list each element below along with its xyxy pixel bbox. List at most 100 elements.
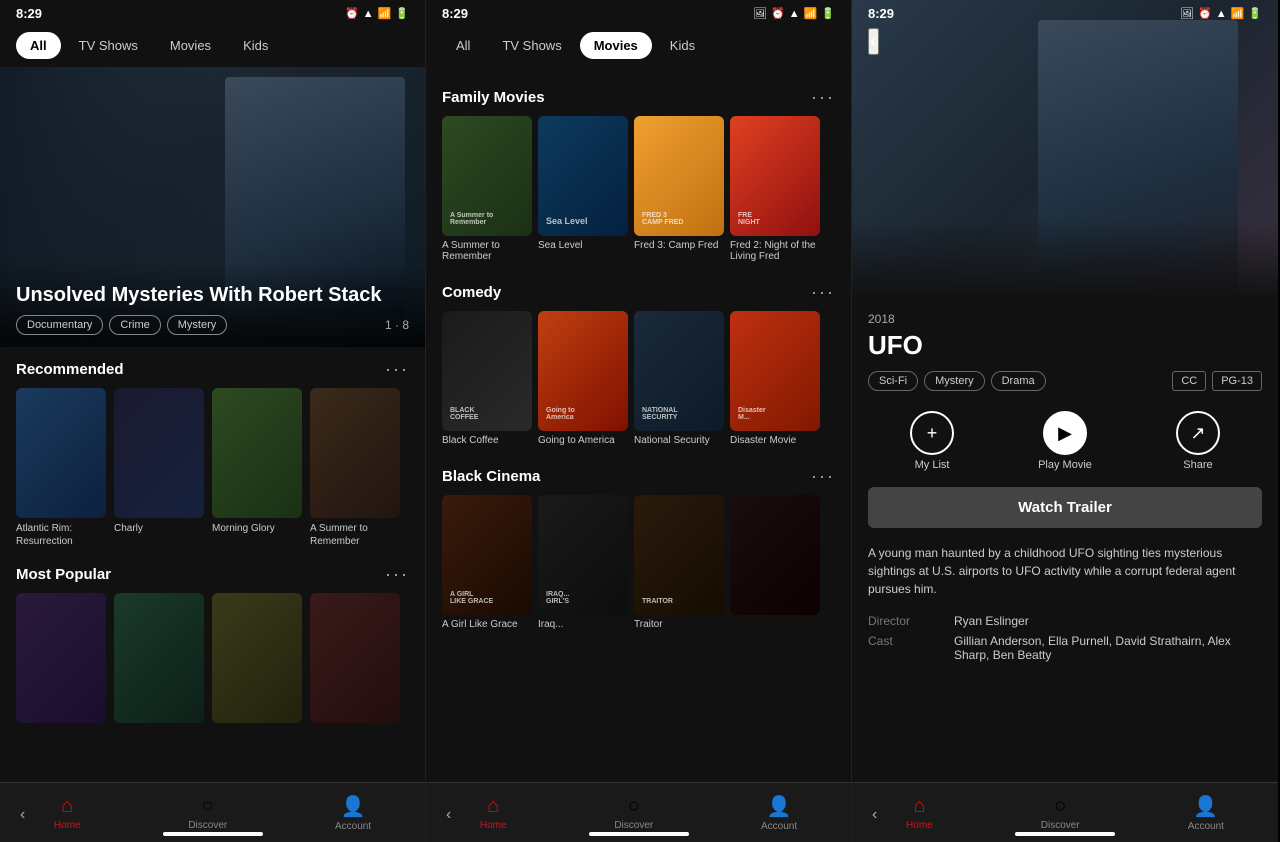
list-item[interactable]: NATIONALSECURITY National Security	[634, 311, 724, 446]
detail-actions: + My List ▶ Play Movie ↗ Share	[852, 403, 1278, 479]
list-item[interactable]: Going toAmerica Going to America	[538, 311, 628, 446]
back-arrow-3[interactable]: ‹	[872, 806, 877, 824]
list-item[interactable]	[212, 593, 302, 727]
alarm-icon: ⏰	[345, 7, 359, 20]
recommended-more[interactable]: ···	[385, 359, 409, 380]
discover-icon-2: ○	[628, 795, 640, 818]
tag-documentary[interactable]: Documentary	[16, 315, 103, 335]
tag-mystery[interactable]: Mystery	[924, 371, 985, 391]
recommended-row: ATLANTIC RIMRESURRECTION Atlantic Rim: R…	[0, 388, 425, 548]
popular-more[interactable]: ···	[385, 564, 409, 585]
panel-home: 8:29 ⏰ ▲ 📶 🔋 All TV Shows Movies Kids Un…	[0, 0, 426, 842]
nav-account-2[interactable]: 👤 Account	[761, 794, 797, 832]
list-item[interactable]: TRAITOR Traitor	[634, 495, 724, 630]
tag-scifi[interactable]: Sci-Fi	[868, 371, 918, 391]
movie-thumb-charly: CHARLY	[114, 388, 204, 518]
nav-discover-2[interactable]: ○ Discover	[614, 795, 653, 831]
home-indicator-3	[1015, 832, 1115, 836]
list-item[interactable]: DisasterM... Disaster Movie	[730, 311, 820, 446]
tab-kids-2[interactable]: Kids	[656, 32, 709, 59]
home-scroll[interactable]: Recommended ··· ATLANTIC RIMRESURRECTION…	[0, 347, 425, 842]
share-button[interactable]: ↗ Share	[1176, 411, 1220, 471]
comedy-title: Comedy	[442, 284, 501, 301]
signal-icon: 📶	[378, 7, 392, 20]
detail-year: 2018	[868, 312, 1262, 326]
nav-home-2[interactable]: ⌂ Home	[480, 795, 507, 831]
back-arrow-2[interactable]: ‹	[446, 806, 451, 824]
list-item[interactable]: A Summer toRemember A Summer to Remember	[442, 116, 532, 262]
tab-movies-1[interactable]: Movies	[156, 32, 225, 59]
nav-discover-label-3: Discover	[1041, 820, 1080, 831]
nav-discover-3[interactable]: ○ Discover	[1041, 795, 1080, 831]
movie-thumb-atlantic: ATLANTIC RIMRESURRECTION	[16, 388, 106, 518]
list-item[interactable]	[114, 593, 204, 727]
bc-more[interactable]: ···	[811, 466, 835, 487]
wifi-icon: ▲	[363, 8, 374, 20]
cast-value: Gillian Anderson, Ella Purnell, David St…	[954, 634, 1262, 662]
back-arrow-1[interactable]: ‹	[20, 806, 25, 824]
thumb-fred2: FRENIGHT	[730, 116, 820, 236]
list-item[interactable]: Sea Level Sea Level	[538, 116, 628, 262]
signal-icon-3: 📶	[1231, 7, 1245, 20]
title-national-security: National Security	[634, 435, 724, 446]
director-label: Director	[868, 614, 948, 628]
movie-thumb-p2	[114, 593, 204, 723]
nav-account-1[interactable]: 👤 Account	[335, 794, 371, 832]
title-girl-grace: A Girl Like Grace	[442, 619, 532, 630]
comedy-grid: BLACKCOFFEE Black Coffee Going toAmerica…	[426, 311, 851, 446]
my-list-button[interactable]: + My List	[910, 411, 954, 471]
title-fred3: Fred 3: Camp Fred	[634, 240, 724, 251]
nav-home-label-3: Home	[906, 820, 933, 831]
nav-home-1[interactable]: ⌂ Home	[54, 795, 81, 831]
list-item[interactable]: A GIRLLIKE GRACE A Girl Like Grace	[442, 495, 532, 630]
tab-kids-1[interactable]: Kids	[229, 32, 282, 59]
tag-drama[interactable]: Drama	[991, 371, 1046, 391]
movie-thumb-p4	[310, 593, 400, 723]
list-item[interactable]: ATLANTIC RIMRESURRECTION Atlantic Rim: R…	[16, 388, 106, 548]
detail-meta: 2018 UFO Sci-Fi Mystery Drama CC PG-13	[852, 300, 1278, 403]
tab-movies-2[interactable]: Movies	[580, 32, 652, 59]
family-grid: A Summer toRemember A Summer to Remember…	[426, 116, 851, 262]
title-black-coffee: Black Coffee	[442, 435, 532, 446]
list-item[interactable]: BLACKCOFFEE Black Coffee	[442, 311, 532, 446]
play-movie-button[interactable]: ▶ Play Movie	[1038, 411, 1092, 471]
title-sea-level: Sea Level	[538, 240, 628, 251]
family-movies-section: Family Movies ··· A Summer toRemember A …	[426, 75, 851, 270]
tab-tvshows-2[interactable]: TV Shows	[488, 32, 575, 59]
list-item[interactable]: IRAQ...GIRL'S Iraq...	[538, 495, 628, 630]
thumb-black-coffee: BLACKCOFFEE	[442, 311, 532, 431]
tab-all-1[interactable]: All	[16, 32, 61, 59]
family-header: Family Movies ···	[426, 83, 851, 116]
tag-mystery[interactable]: Mystery	[167, 315, 228, 335]
detail-hero-overlay	[852, 220, 1278, 300]
home-icon-3: ⌂	[913, 795, 925, 818]
nav-account-3[interactable]: 👤 Account	[1188, 794, 1224, 832]
movie-thumb-morning: MorningGlory	[212, 388, 302, 518]
watch-trailer-button[interactable]: Watch Trailer	[868, 487, 1262, 528]
account-icon-3: 👤	[1193, 794, 1218, 819]
nav-discover-label-2: Discover	[614, 820, 653, 831]
list-item[interactable]	[730, 495, 820, 630]
nav-discover-1[interactable]: ○ Discover	[188, 795, 227, 831]
tag-crime[interactable]: Crime	[109, 315, 160, 335]
nav-home-3[interactable]: ⌂ Home	[906, 795, 933, 831]
comedy-section: Comedy ··· BLACKCOFFEE Black Coffee Goin…	[426, 270, 851, 454]
comedy-more[interactable]: ···	[811, 282, 835, 303]
list-item[interactable]: A Summer toRemember A Summer to Remember	[310, 388, 400, 548]
tab-all-2[interactable]: All	[442, 32, 484, 59]
list-item[interactable]: FRED 3CAMP FRED Fred 3: Camp Fred	[634, 116, 724, 262]
thumb-sea-level: Sea Level	[538, 116, 628, 236]
episode-count: 1 · 8	[385, 318, 409, 332]
time-3: 8:29	[868, 6, 894, 21]
list-item[interactable]	[310, 593, 400, 727]
list-item[interactable]: FRENIGHT Fred 2: Night of the Living Fre…	[730, 116, 820, 262]
home-icon-2: ⌂	[487, 795, 499, 818]
list-item[interactable]: MorningGlory Morning Glory	[212, 388, 302, 548]
tab-tvshows-1[interactable]: TV Shows	[65, 32, 152, 59]
thumb-national-security: NATIONALSECURITY	[634, 311, 724, 431]
list-item[interactable]: CHARLY Charly	[114, 388, 204, 548]
browse-scroll[interactable]: Family Movies ··· A Summer toRemember A …	[426, 67, 851, 842]
list-item[interactable]	[16, 593, 106, 727]
back-button[interactable]: ‹	[868, 28, 879, 55]
family-more[interactable]: ···	[811, 87, 835, 108]
